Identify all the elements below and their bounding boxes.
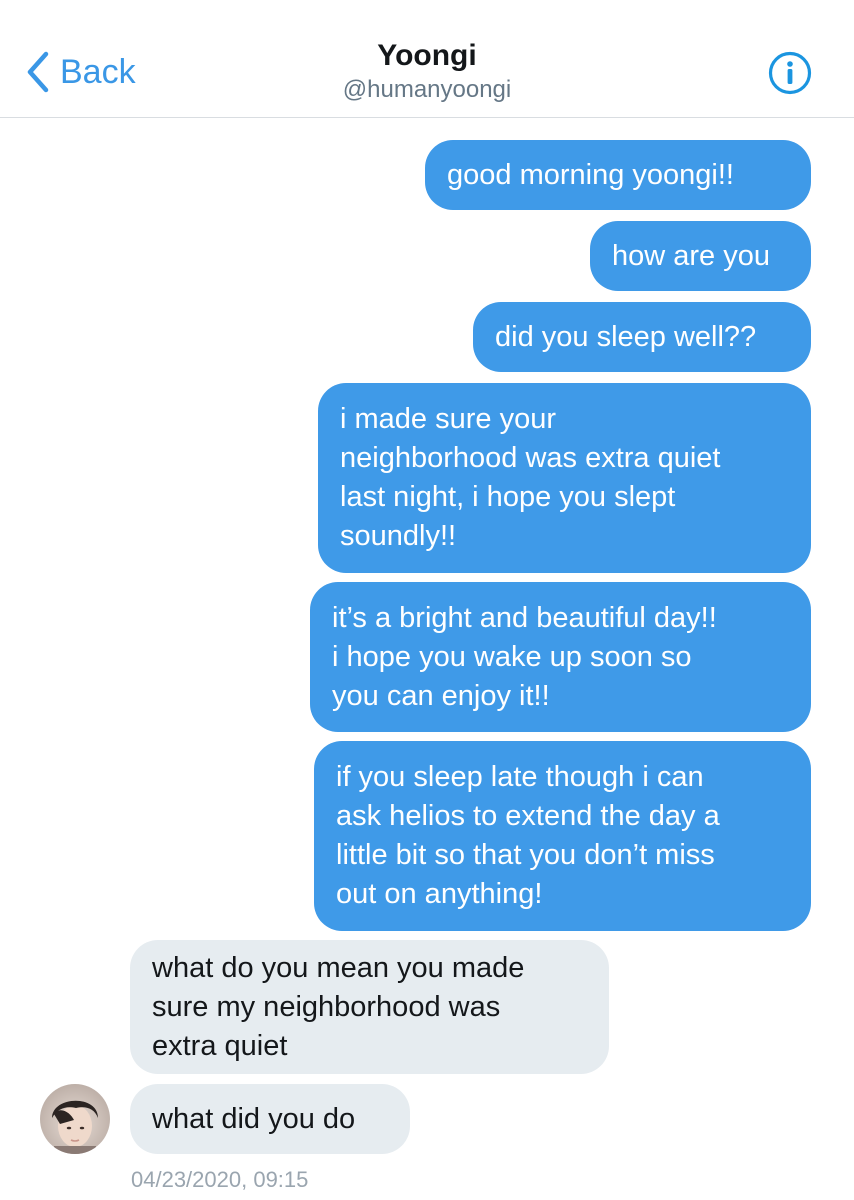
message-bubble-sent[interactable]: it’s a bright and beautiful day!! i hope… (310, 582, 811, 732)
message-bubble-received[interactable]: what do you mean you made sure my neighb… (130, 940, 609, 1074)
message-line: sure my neighborhood was (152, 990, 501, 1023)
message-line: neighborhood was extra quiet (340, 442, 721, 474)
avatar[interactable] (40, 1084, 110, 1154)
message-line: what do you mean you made (152, 951, 525, 984)
message-line: i made sure your (340, 403, 556, 435)
message-text: how are you (612, 239, 770, 272)
message-line: out on anything! (336, 878, 543, 910)
message-line: i hope you wake up soon so (332, 640, 692, 673)
message-bubble-sent[interactable]: did you sleep well?? (473, 302, 811, 372)
dm-conversation-screen: Back Yoongi @humanyoongi good morning yo… (0, 0, 854, 1200)
conversation-header: Back Yoongi @humanyoongi (0, 0, 854, 118)
message-bubble-received[interactable]: what did you do (130, 1084, 410, 1154)
message-line: soundly!! (340, 520, 457, 552)
info-circle-icon (768, 51, 812, 95)
avatar-photo (40, 1084, 110, 1154)
message-text: good morning yoongi!! (447, 158, 734, 191)
message-line: if you sleep late though i can (336, 761, 704, 793)
message-line: last night, i hope you slept (340, 481, 676, 513)
conversation-title-block: Yoongi @humanyoongi (0, 38, 854, 105)
message-line: ask helios to extend the day a (336, 800, 720, 832)
message-line: you can enjoy it!! (332, 679, 550, 712)
message-bubble-sent[interactable]: good morning yoongi!! (425, 140, 811, 210)
message-bubble-sent[interactable]: if you sleep late though i can ask helio… (314, 741, 811, 931)
message-text: what did you do (152, 1102, 356, 1135)
info-button[interactable] (768, 51, 812, 95)
message-line: little bit so that you don’t miss (336, 839, 715, 871)
message-line: it’s a bright and beautiful day!! (332, 601, 717, 634)
message-text: did you sleep well?? (495, 320, 757, 353)
contact-name: Yoongi (377, 39, 477, 72)
message-bubble-sent[interactable]: i made sure your neighborhood was extra … (318, 383, 811, 573)
message-bubble-sent[interactable]: how are you (590, 221, 811, 291)
message-timestamp: 04/23/2020, 09:15 (131, 1167, 309, 1192)
contact-handle: @humanyoongi (342, 76, 512, 103)
message-line: extra quiet (152, 1029, 288, 1062)
